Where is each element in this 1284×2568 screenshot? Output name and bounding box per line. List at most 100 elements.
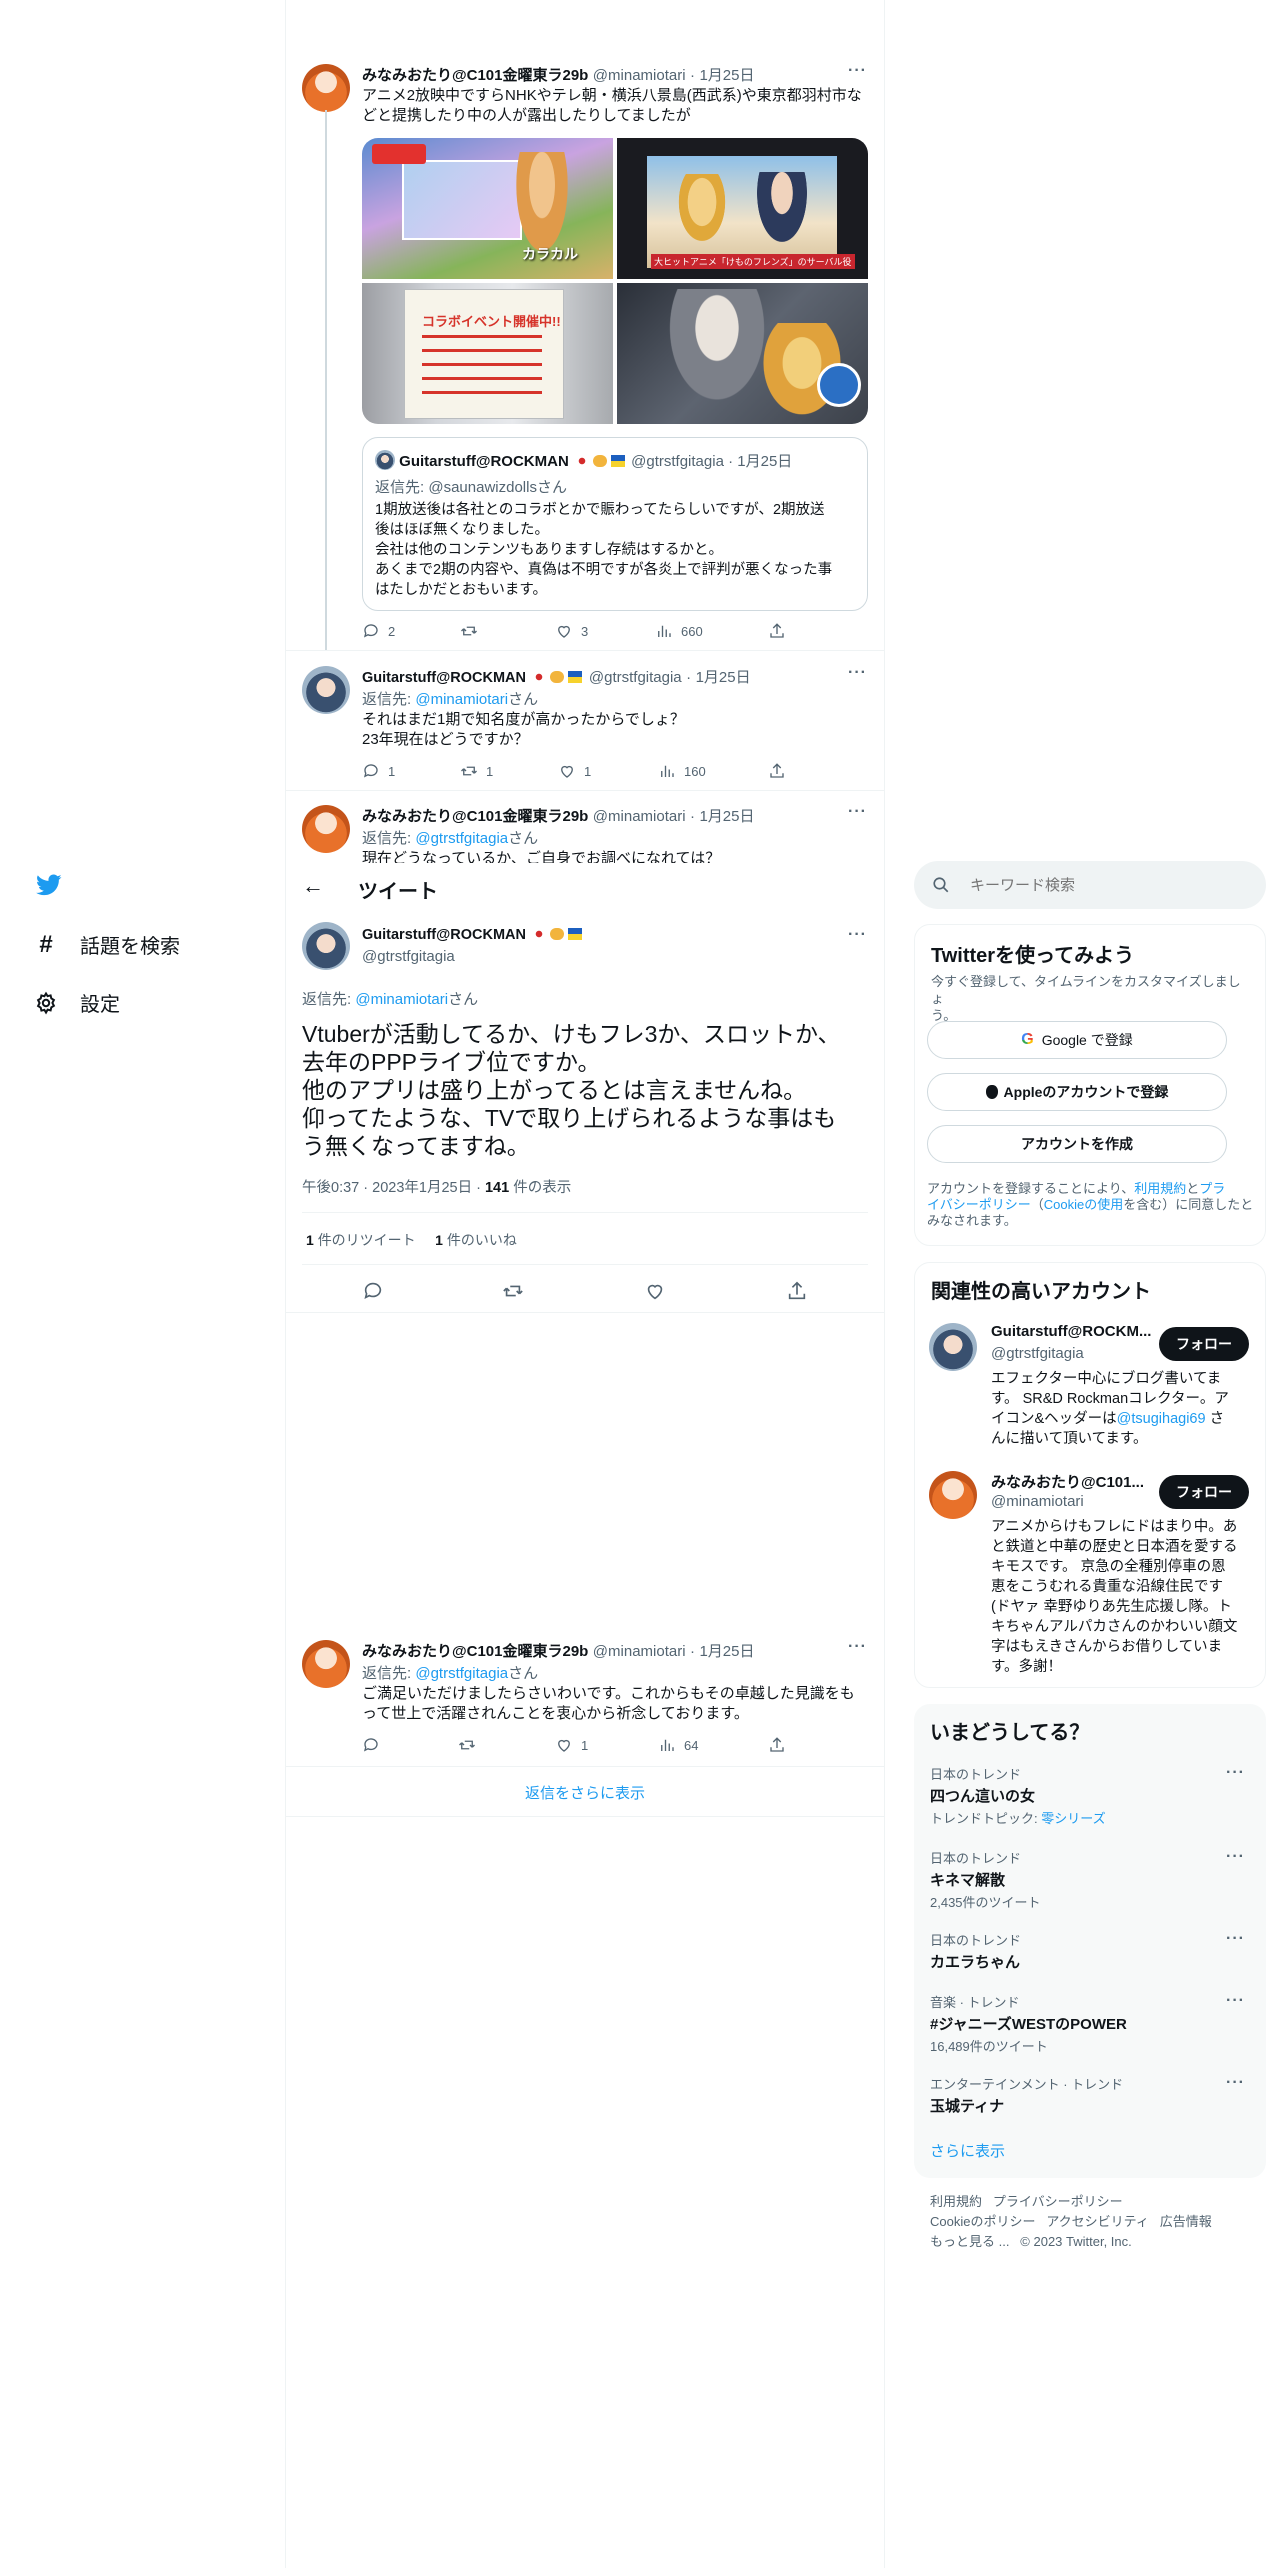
reply-to-link[interactable]: @minamiotari — [355, 991, 448, 1008]
reply-button[interactable] — [362, 1736, 380, 1754]
nav-item-settings[interactable]: 設定 — [34, 988, 120, 1017]
more-options-icon[interactable]: ··· — [1226, 1764, 1245, 1782]
more-options-icon[interactable]: ··· — [1226, 2074, 1245, 2092]
privacy-link[interactable]: プラ — [1199, 1181, 1225, 1196]
related-bio: アニメからけもフレにドはまり中。あ と鉄道と中華の歴史と日本酒を愛する キモスです。… — [991, 1519, 1238, 1675]
tweet-date[interactable]: 1月25日 — [699, 808, 754, 825]
signup-panel: Twitterを使ってみよう 今すぐ登録して、タイムラインをカスタマイズしましょ… — [914, 924, 1266, 1246]
quote-tweet[interactable]: Guitarstuff@ROCKMAN @gtrstfgitagia · 1月2… — [362, 437, 868, 611]
author-handle[interactable]: @minamiotari — [593, 67, 686, 84]
footer-cookie-link[interactable]: Cookieのポリシー — [930, 2214, 1035, 2229]
author-name[interactable]: Guitarstuff@ROCKMAN — [362, 927, 526, 943]
related-name[interactable]: Guitarstuff@ROCKM... — [991, 1323, 1151, 1340]
search-input[interactable] — [970, 873, 1250, 897]
avatar[interactable] — [302, 922, 350, 970]
tweet-header: Guitarstuff@ROCKMAN @gtrstfgitagia · 1月2… — [362, 669, 751, 686]
author-handle[interactable]: @gtrstfgitagia — [589, 669, 682, 686]
tweet-date[interactable]: 1月25日 — [696, 669, 751, 686]
more-options-icon[interactable]: ··· — [848, 664, 867, 682]
author-handle[interactable]: @minamiotari — [593, 808, 686, 825]
retweet-count-link[interactable]: 件のリツイート — [318, 1232, 416, 1248]
retweet-button[interactable] — [460, 622, 486, 640]
media-image-1[interactable]: カラカル — [362, 138, 613, 279]
avatar[interactable] — [929, 1323, 977, 1371]
views-button[interactable]: 660 — [655, 622, 703, 640]
retweet-button[interactable] — [458, 1736, 476, 1754]
retweet-button[interactable]: 1 — [460, 762, 493, 780]
more-options-icon[interactable]: ··· — [848, 1638, 867, 1656]
trend-item[interactable]: 日本のトレンド キネマ解散 2,435件のツイート ··· — [930, 1848, 1250, 1911]
more-options-icon[interactable]: ··· — [1226, 1992, 1245, 2010]
author-handle[interactable]: @gtrstfgitagia — [362, 948, 455, 965]
tweet-date[interactable]: 1月25日 — [699, 67, 754, 84]
google-signup-button[interactable]: G Google で登録 — [927, 1021, 1227, 1059]
trend-item[interactable]: 音楽 · トレンド #ジャニーズWESTのPOWER 16,489件のツイート … — [930, 1992, 1250, 2055]
tweet-text: ご満足いただけましたらさいわいです。これからもその卓越した見識をも って世上で活躍… — [362, 1685, 855, 1722]
share-button[interactable] — [768, 1736, 786, 1754]
reply-button[interactable]: 2 — [362, 622, 395, 640]
show-more-replies-link[interactable]: 返信をさらに表示 — [286, 1782, 884, 1803]
like-count-link[interactable]: 件のいいね — [447, 1232, 517, 1248]
footer-ads-link[interactable]: 広告情報 — [1160, 2214, 1212, 2229]
avatar[interactable] — [302, 64, 350, 112]
author-name[interactable]: Guitarstuff@ROCKMAN — [362, 670, 526, 686]
more-options-icon[interactable]: ··· — [848, 805, 867, 821]
more-options-icon[interactable]: ··· — [848, 62, 867, 80]
search-box[interactable] — [914, 861, 1266, 909]
related-handle[interactable]: @gtrstfgitagia — [991, 1345, 1084, 1362]
media-image-4[interactable] — [617, 283, 868, 424]
footer-accessibility-link[interactable]: アクセシビリティ — [1046, 2214, 1149, 2229]
avatar[interactable] — [302, 805, 350, 853]
create-account-button[interactable]: アカウントを作成 — [927, 1125, 1227, 1163]
author-name[interactable]: みなみおたり@C101金曜東ラ29b — [362, 67, 588, 84]
back-arrow-icon[interactable]: ← — [302, 873, 324, 899]
follow-button[interactable]: フォロー — [1159, 1327, 1249, 1361]
google-logo-icon: G — [1021, 1031, 1034, 1048]
media-grid[interactable]: カラカル 大ヒットアニメ「けものフレンズ」のサーバル役 コラボイベント開催中!! — [362, 138, 868, 424]
reply-to-link[interactable]: @minamiotari — [415, 691, 508, 708]
reply-context: 返信先: @minamiotariさん — [362, 691, 539, 708]
avatar[interactable] — [302, 1640, 350, 1688]
like-button[interactable]: 1 — [555, 1736, 588, 1754]
apple-signup-button[interactable]: Appleのアカウントで登録 — [927, 1073, 1227, 1111]
related-handle[interactable]: @minamiotari — [991, 1493, 1084, 1510]
tweet-date[interactable]: 1月25日 — [699, 1643, 754, 1660]
japan-flag-icon — [532, 671, 547, 683]
footer-privacy-link[interactable]: プライバシーポリシー — [993, 2194, 1123, 2209]
cookie-link[interactable]: Cookieの使用 — [1044, 1197, 1123, 1212]
share-button[interactable] — [768, 762, 786, 780]
trend-item[interactable]: 日本のトレンド 四つん這いの女 トレンドトピック: 零シリーズ ··· — [930, 1764, 1250, 1827]
twitter-logo-icon[interactable] — [34, 872, 64, 898]
more-options-icon[interactable]: ··· — [848, 926, 867, 944]
like-button[interactable] — [644, 1280, 666, 1302]
trends-show-more-link[interactable]: さらに表示 — [930, 2140, 1005, 2161]
author-name[interactable]: みなみおたり@C101金曜東ラ29b — [362, 808, 588, 825]
retweet-button[interactable] — [502, 1280, 524, 1302]
author-handle[interactable]: @minamiotari — [593, 1643, 686, 1660]
views-button[interactable]: 160 — [658, 762, 706, 780]
media-image-2[interactable]: 大ヒットアニメ「けものフレンズ」のサーバル役 — [617, 138, 868, 279]
avatar[interactable] — [929, 1471, 977, 1519]
more-options-icon[interactable]: ··· — [1226, 1930, 1245, 1948]
terms-link[interactable]: 利用規約 — [1134, 1181, 1186, 1196]
follow-button[interactable]: フォロー — [1159, 1475, 1249, 1509]
related-name[interactable]: みなみおたり@C101... — [991, 1471, 1144, 1492]
more-options-icon[interactable]: ··· — [1226, 1848, 1245, 1866]
main-tweet-text: Vtuberが活動してるか、けもフレ3か、スロットか、 去年のPPPライブ位ですか… — [302, 1021, 841, 1159]
views-button[interactable]: 64 — [658, 1736, 698, 1754]
like-button[interactable]: 3 — [555, 622, 588, 640]
nav-item-search[interactable]: # 話題を検索 — [34, 930, 180, 959]
reply-to-link[interactable]: @gtrstfgitagia — [415, 1665, 508, 1682]
footer-more-link[interactable]: もっと見る ... — [930, 2234, 1009, 2249]
media-image-3[interactable]: コラボイベント開催中!! — [362, 283, 613, 424]
author-name[interactable]: みなみおたり@C101金曜東ラ29b — [362, 1643, 588, 1660]
trend-item[interactable]: エンターテインメント · トレンド 玉城ティナ ··· — [930, 2074, 1250, 2116]
share-button[interactable] — [768, 622, 786, 640]
footer-terms-link[interactable]: 利用規約 — [930, 2194, 982, 2209]
share-button[interactable] — [786, 1280, 808, 1302]
like-button[interactable]: 1 — [558, 762, 591, 780]
trend-item[interactable]: 日本のトレンド カエラちゃん ··· — [930, 1930, 1250, 1972]
avatar[interactable] — [302, 666, 350, 714]
reply-button[interactable] — [362, 1280, 384, 1302]
reply-button[interactable]: 1 — [362, 762, 395, 780]
